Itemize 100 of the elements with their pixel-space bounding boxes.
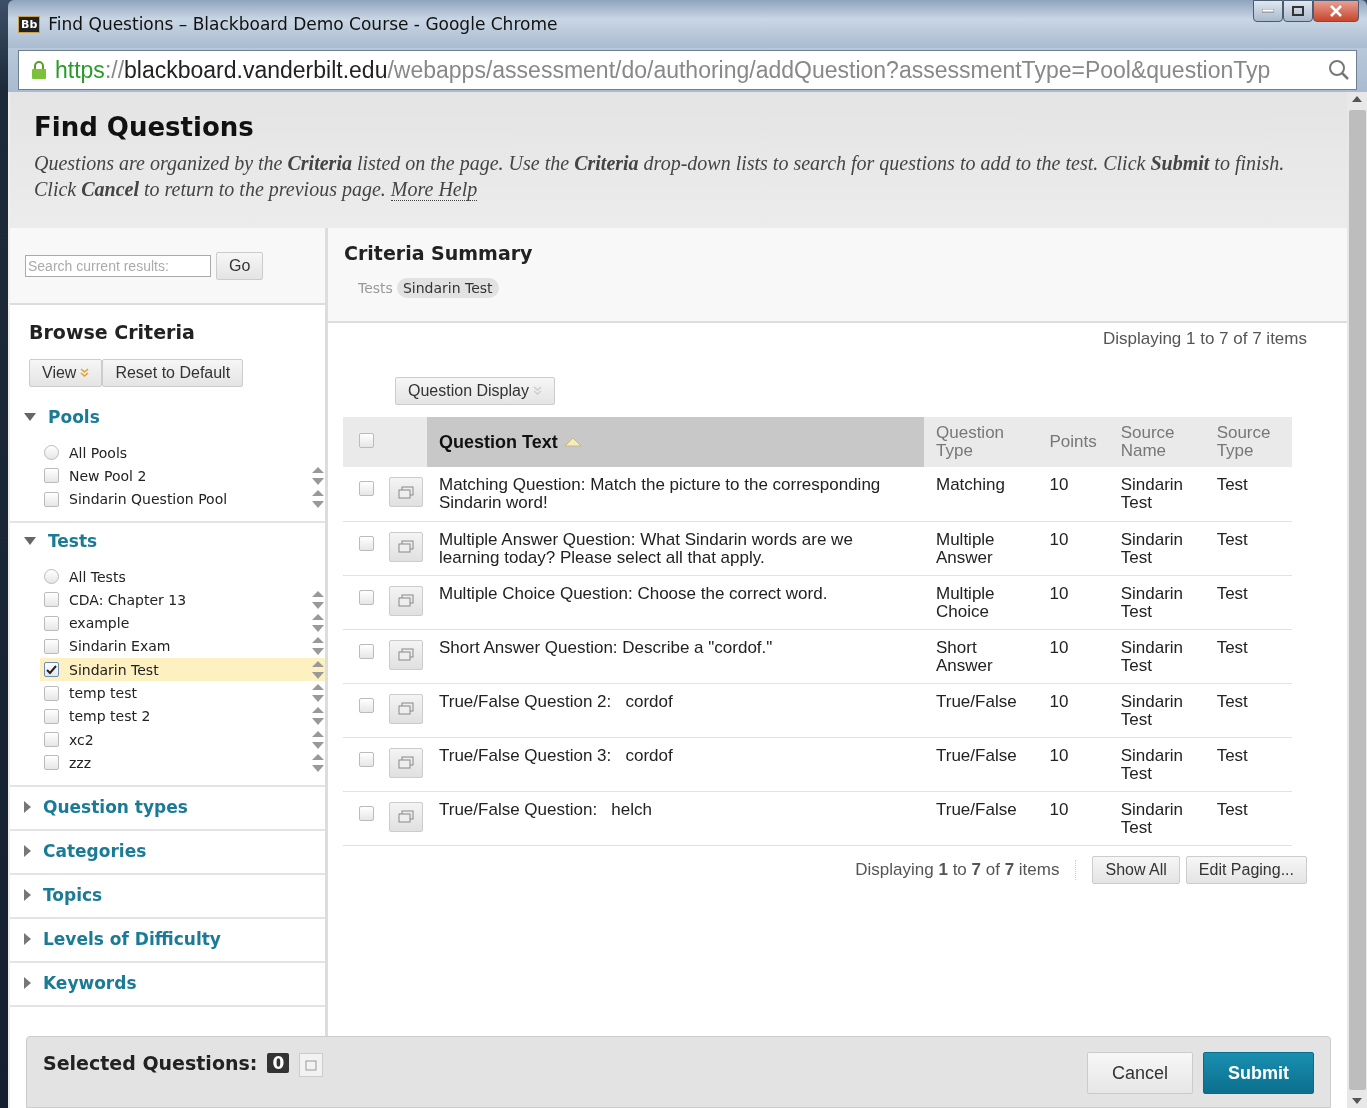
criteria-section-header[interactable]: Topics xyxy=(10,884,103,905)
preview-button[interactable] xyxy=(389,693,423,724)
question-text-cell: Multiple Choice Question: Choose the correct word. xyxy=(427,575,924,629)
criteria-row[interactable]: example xyxy=(40,611,325,635)
scroll-down-icon[interactable] xyxy=(1352,1098,1362,1104)
preview-icon xyxy=(398,485,414,499)
reorder-arrows-icon[interactable] xyxy=(311,636,325,657)
radio-button[interactable] xyxy=(44,445,59,461)
preview-button[interactable] xyxy=(389,531,423,562)
reorder-arrows-icon[interactable] xyxy=(311,465,325,486)
row-checkbox[interactable] xyxy=(359,535,374,551)
preview-button[interactable] xyxy=(389,639,423,670)
row-checkbox[interactable] xyxy=(359,805,374,821)
question-text-cell: Multiple Answer Question: What Sindarin words are we learning today? Please select all that apply. xyxy=(427,521,924,575)
lock-icon xyxy=(31,60,47,80)
criteria-section-header[interactable]: Levels of Difficulty xyxy=(10,928,221,949)
select-all-checkbox[interactable] xyxy=(359,432,374,448)
search-field[interactable]: Search current results: xyxy=(25,254,211,277)
preview-icon xyxy=(398,648,414,661)
criteria-label: Sindarin Test xyxy=(68,661,160,678)
criteria-section-header[interactable]: Pools xyxy=(10,407,100,427)
preview-button[interactable] xyxy=(389,801,423,832)
go-button[interactable]: Go xyxy=(216,251,264,280)
reorder-arrows-icon[interactable] xyxy=(311,683,325,703)
criteria-row[interactable]: All Pools xyxy=(40,441,325,465)
preview-button[interactable] xyxy=(389,585,423,616)
criteria-section-header[interactable]: Tests xyxy=(10,530,98,551)
reset-button[interactable]: Reset to Default xyxy=(102,359,244,387)
criteria-row[interactable]: Sindarin Question Pool xyxy=(40,487,325,511)
criteria-row[interactable]: zzz xyxy=(40,751,325,775)
submit-button[interactable]: Submit xyxy=(1203,1052,1314,1094)
cancel-button[interactable]: Cancel xyxy=(1086,1052,1193,1094)
radio-button[interactable] xyxy=(44,569,59,585)
chevron-down-icon xyxy=(532,386,542,396)
reorder-arrows-icon[interactable] xyxy=(311,706,325,727)
row-checkbox[interactable] xyxy=(359,751,374,767)
criteria-row[interactable]: CDA: Chapter 13 xyxy=(40,588,325,612)
preview-button[interactable] xyxy=(389,477,423,507)
search-icon[interactable] xyxy=(1328,59,1350,81)
reorder-arrows-icon[interactable] xyxy=(311,489,325,510)
reorder-arrows-icon[interactable] xyxy=(311,659,325,680)
checkbox[interactable] xyxy=(44,592,59,608)
question-text-cell: True/False Question 2: cordof xyxy=(427,683,924,737)
reorder-arrows-icon[interactable] xyxy=(311,613,325,634)
scroll-up-icon[interactable] xyxy=(1352,96,1362,102)
checkbox[interactable] xyxy=(44,755,59,771)
reorder-arrows-icon[interactable] xyxy=(311,752,325,773)
source-name-cell: Sindarin Test xyxy=(1108,575,1205,629)
minimize-button[interactable] xyxy=(1253,0,1283,22)
address-bar[interactable]: https://blackboard.vanderbilt.edu/webapps/assessment/do/authoring/addQuestion?assessmentType=Pool&questionTyp xyxy=(18,50,1357,90)
column-header[interactable]: Source Type xyxy=(1204,417,1292,467)
question-type-cell: True/False xyxy=(924,791,1038,845)
close-button[interactable] xyxy=(1313,0,1359,22)
row-checkbox[interactable] xyxy=(359,481,374,496)
criteria-row[interactable]: New Pool 2 xyxy=(40,464,325,488)
criteria-row[interactable]: xc2 xyxy=(40,727,325,752)
checkbox[interactable] xyxy=(44,708,59,724)
row-checkbox[interactable] xyxy=(359,589,374,605)
column-header[interactable]: Points xyxy=(1037,417,1109,467)
criteria-row[interactable]: temp test xyxy=(40,681,325,705)
checkbox[interactable] xyxy=(44,662,59,678)
summary-heading: Criteria Summary xyxy=(344,242,534,264)
checkbox[interactable] xyxy=(44,638,59,654)
source-name-cell: Sindarin Test xyxy=(1108,467,1205,521)
view-button[interactable]: View xyxy=(29,359,103,387)
question-text-cell: True/False Question 3: cordof xyxy=(427,737,924,791)
preview-icon xyxy=(398,540,414,553)
maximize-button[interactable] xyxy=(1283,0,1313,22)
criteria-section-header[interactable]: Question types xyxy=(10,796,188,817)
row-checkbox[interactable] xyxy=(359,697,374,713)
window-title: Find Questions – Blackboard Demo Course - Google Chrome xyxy=(48,14,559,34)
points-cell: 10 xyxy=(1037,575,1109,629)
selected-criteria-row[interactable]: Sindarin Test xyxy=(40,658,325,682)
more-help-link[interactable]: More Help xyxy=(390,178,478,201)
reorder-arrows-icon[interactable] xyxy=(311,729,325,750)
checkbox[interactable] xyxy=(44,491,59,507)
criteria-section-header[interactable]: Keywords xyxy=(10,972,137,993)
column-header[interactable]: Question Type xyxy=(924,417,1038,467)
preview-button[interactable] xyxy=(389,747,423,778)
question-type-cell: Multiple Choice xyxy=(924,575,1038,629)
checkbox[interactable] xyxy=(44,468,59,484)
row-checkbox[interactable] xyxy=(359,643,374,659)
checkbox[interactable] xyxy=(44,615,59,631)
criteria-row[interactable]: temp test 2 xyxy=(40,704,325,728)
column-header[interactable]: Source Name xyxy=(1108,417,1205,467)
criteria-section-header[interactable]: Categories xyxy=(10,840,147,861)
show-all-button[interactable]: Show All xyxy=(1092,855,1180,884)
criteria-label: temp test 2 xyxy=(68,708,152,725)
question-display-button[interactable]: Question Display xyxy=(395,377,555,405)
column-header[interactable]: Question Text xyxy=(427,417,924,467)
criteria-row[interactable]: Sindarin Exam xyxy=(40,634,325,659)
square-icon[interactable] xyxy=(299,1053,324,1077)
checkbox[interactable] xyxy=(44,685,59,701)
criteria-row[interactable]: All Tests xyxy=(40,564,325,589)
edit-paging-button[interactable]: Edit Paging... xyxy=(1185,855,1307,884)
preview-icon xyxy=(398,756,414,769)
reorder-arrows-icon[interactable] xyxy=(311,589,325,610)
criteria-label: zzz xyxy=(68,754,93,771)
source-name-cell: Sindarin Test xyxy=(1108,737,1205,791)
checkbox[interactable] xyxy=(44,732,59,748)
